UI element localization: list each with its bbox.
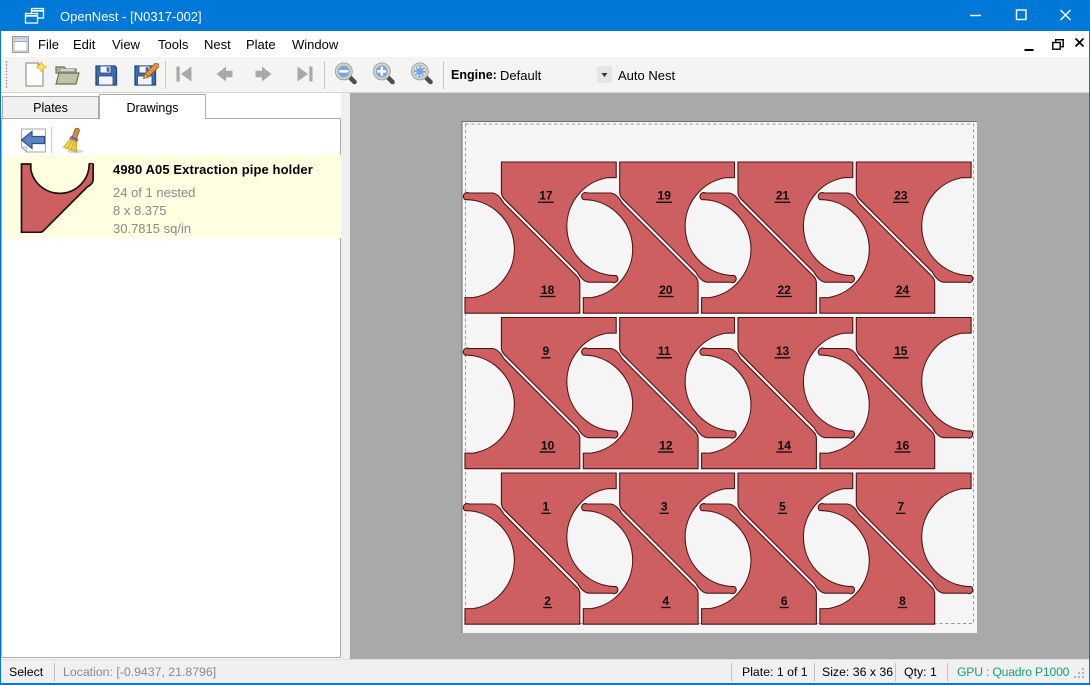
svg-text:20: 20	[659, 283, 673, 297]
svg-text:21: 21	[776, 189, 790, 203]
svg-text:6: 6	[781, 594, 788, 608]
svg-text:22: 22	[778, 283, 792, 297]
svg-text:7: 7	[897, 500, 904, 514]
svg-text:15: 15	[894, 344, 908, 358]
svg-text:12: 12	[659, 438, 673, 452]
svg-text:5: 5	[779, 500, 786, 514]
svg-text:18: 18	[541, 283, 555, 297]
svg-text:13: 13	[776, 344, 790, 358]
svg-text:4: 4	[663, 594, 670, 608]
svg-text:19: 19	[658, 189, 672, 203]
svg-text:1: 1	[543, 500, 550, 514]
svg-text:14: 14	[778, 438, 792, 452]
svg-text:3: 3	[661, 500, 668, 514]
svg-text:16: 16	[896, 438, 910, 452]
svg-text:2: 2	[544, 594, 551, 608]
svg-text:11: 11	[658, 344, 671, 358]
svg-text:17: 17	[539, 189, 553, 203]
svg-text:24: 24	[896, 283, 910, 297]
svg-text:9: 9	[543, 344, 550, 358]
svg-text:23: 23	[894, 189, 908, 203]
svg-text:8: 8	[899, 594, 906, 608]
svg-text:10: 10	[541, 438, 555, 452]
